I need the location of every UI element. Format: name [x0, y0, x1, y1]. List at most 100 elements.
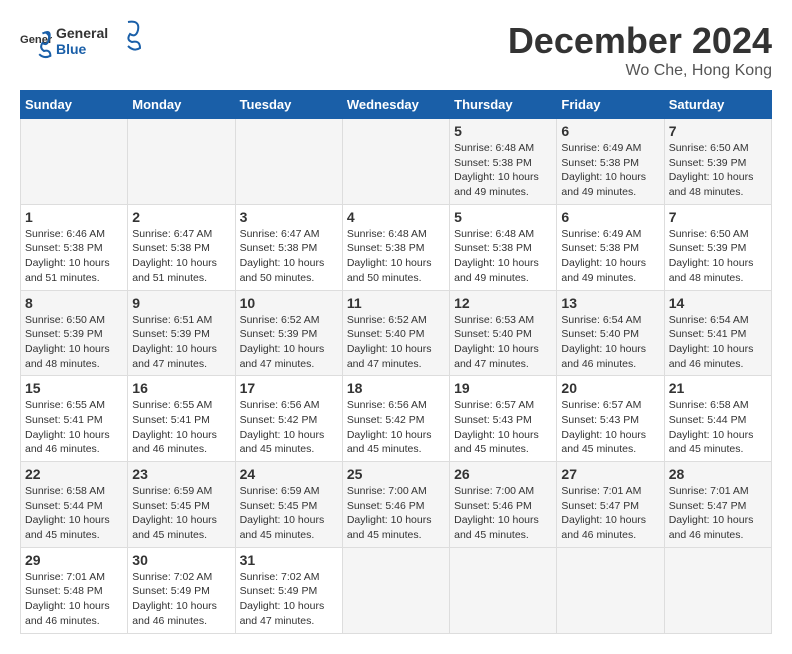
location: Wo Che, Hong Kong: [508, 62, 772, 80]
day-info: Sunrise: 6:56 AMSunset: 5:42 PMDaylight:…: [240, 398, 338, 457]
calendar-cell: 5 Sunrise: 6:48 AMSunset: 5:38 PMDaylight…: [450, 204, 557, 290]
day-number: 25: [347, 466, 445, 482]
calendar-cell: [342, 119, 449, 205]
day-number: 17: [240, 380, 338, 396]
calendar-cell: 11 Sunrise: 6:52 AMSunset: 5:40 PMDayligh…: [342, 290, 449, 376]
calendar-week-row: 1Sunrise: 6:46 AMSunset: 5:38 PMDaylight…: [21, 204, 772, 290]
day-number: 31: [240, 552, 338, 568]
day-info: Sunrise: 6:50 AMSunset: 5:39 PMDaylight:…: [669, 141, 767, 200]
calendar-cell: 15Sunrise: 6:55 AMSunset: 5:41 PMDayligh…: [21, 376, 128, 462]
calendar-cell: 6 Sunrise: 6:49 AMSunset: 5:38 PMDaylight…: [557, 204, 664, 290]
day-number: 5: [454, 123, 552, 139]
day-number: 20: [561, 380, 659, 396]
calendar-week-row: 29 Sunrise: 7:01 AMSunset: 5:48 PMDayligh…: [21, 547, 772, 633]
calendar-cell: [450, 547, 557, 633]
day-number: 2: [132, 209, 230, 225]
calendar-week-row: 22 Sunrise: 6:58 AMSunset: 5:44 PMDayligh…: [21, 462, 772, 548]
calendar-cell: 4 Sunrise: 6:48 AMSunset: 5:38 PMDaylight…: [342, 204, 449, 290]
day-number: 6: [561, 209, 659, 225]
calendar-cell: 13Sunrise: 6:54 AMSunset: 5:40 PMDayligh…: [557, 290, 664, 376]
day-info: Sunrise: 6:48 AMSunset: 5:38 PMDaylight:…: [347, 227, 445, 286]
day-info: Sunrise: 7:00 AMSunset: 5:46 PMDaylight:…: [454, 484, 552, 543]
calendar-cell: [342, 547, 449, 633]
day-info: Sunrise: 6:57 AMSunset: 5:43 PMDaylight:…: [561, 398, 659, 457]
day-number: 1: [25, 209, 123, 225]
day-info: Sunrise: 7:01 AMSunset: 5:48 PMDaylight:…: [25, 570, 123, 629]
day-number: 21: [669, 380, 767, 396]
day-number: 9: [132, 295, 230, 311]
day-info: Sunrise: 6:50 AMSunset: 5:39 PMDaylight:…: [669, 227, 767, 286]
calendar-cell: 26 Sunrise: 7:00 AMSunset: 5:46 PMDayligh…: [450, 462, 557, 548]
day-number: 5: [454, 209, 552, 225]
day-number: 26: [454, 466, 552, 482]
calendar-cell: 10Sunrise: 6:52 AMSunset: 5:39 PMDayligh…: [235, 290, 342, 376]
calendar-cell: 25Sunrise: 7:00 AMSunset: 5:46 PMDayligh…: [342, 462, 449, 548]
header-day-monday: Monday: [128, 91, 235, 119]
calendar-cell: 2Sunrise: 6:47 AMSunset: 5:38 PMDaylight…: [128, 204, 235, 290]
day-number: 15: [25, 380, 123, 396]
day-number: 7: [669, 123, 767, 139]
calendar-cell: 16Sunrise: 6:55 AMSunset: 5:41 PMDayligh…: [128, 376, 235, 462]
page-header: General General Blue December 2024 Wo Ch…: [20, 20, 772, 80]
calendar-cell: [664, 547, 771, 633]
calendar-cell: 18 Sunrise: 6:56 AMSunset: 5:42 PMDayligh…: [342, 376, 449, 462]
calendar-cell: 21Sunrise: 6:58 AMSunset: 5:44 PMDayligh…: [664, 376, 771, 462]
day-number: 4: [347, 209, 445, 225]
day-info: Sunrise: 6:56 AMSunset: 5:42 PMDaylight:…: [347, 398, 445, 457]
day-info: Sunrise: 6:54 AMSunset: 5:41 PMDaylight:…: [669, 313, 767, 372]
header-day-saturday: Saturday: [664, 91, 771, 119]
logo: General General Blue: [20, 20, 146, 65]
day-number: 29: [25, 552, 123, 568]
calendar-cell: [128, 119, 235, 205]
calendar-cell: 23Sunrise: 6:59 AMSunset: 5:45 PMDayligh…: [128, 462, 235, 548]
calendar-cell: 29 Sunrise: 7:01 AMSunset: 5:48 PMDayligh…: [21, 547, 128, 633]
day-info: Sunrise: 6:59 AMSunset: 5:45 PMDaylight:…: [240, 484, 338, 543]
title-block: December 2024 Wo Che, Hong Kong: [508, 20, 772, 80]
header-day-sunday: Sunday: [21, 91, 128, 119]
calendar-cell: [21, 119, 128, 205]
calendar-table: SundayMondayTuesdayWednesdayThursdayFrid…: [20, 90, 772, 634]
day-number: 14: [669, 295, 767, 311]
calendar-cell: 28 Sunrise: 7:01 AMSunset: 5:47 PMDayligh…: [664, 462, 771, 548]
day-info: Sunrise: 7:01 AMSunset: 5:47 PMDaylight:…: [669, 484, 767, 543]
calendar-cell: 3 Sunrise: 6:47 AMSunset: 5:38 PMDaylight…: [235, 204, 342, 290]
logo-general: General Blue: [56, 20, 146, 65]
day-info: Sunrise: 6:59 AMSunset: 5:45 PMDaylight:…: [132, 484, 230, 543]
calendar-cell: 8Sunrise: 6:50 AMSunset: 5:39 PMDaylight…: [21, 290, 128, 376]
calendar-cell: 14 Sunrise: 6:54 AMSunset: 5:41 PMDayligh…: [664, 290, 771, 376]
day-number: 12: [454, 295, 552, 311]
calendar-cell: 12 Sunrise: 6:53 AMSunset: 5:40 PMDayligh…: [450, 290, 557, 376]
logo-icon: General: [20, 27, 52, 59]
day-number: 19: [454, 380, 552, 396]
calendar-cell: 31 Sunrise: 7:02 AMSunset: 5:49 PMDayligh…: [235, 547, 342, 633]
day-info: Sunrise: 6:48 AMSunset: 5:38 PMDaylight:…: [454, 227, 552, 286]
day-info: Sunrise: 7:02 AMSunset: 5:49 PMDaylight:…: [132, 570, 230, 629]
day-number: 22: [25, 466, 123, 482]
header-day-friday: Friday: [557, 91, 664, 119]
day-info: Sunrise: 6:49 AMSunset: 5:38 PMDaylight:…: [561, 227, 659, 286]
day-info: Sunrise: 6:47 AMSunset: 5:38 PMDaylight:…: [240, 227, 338, 286]
day-number: 24: [240, 466, 338, 482]
day-number: 30: [132, 552, 230, 568]
day-number: 16: [132, 380, 230, 396]
calendar-cell: 1Sunrise: 6:46 AMSunset: 5:38 PMDaylight…: [21, 204, 128, 290]
calendar-cell: 5Sunrise: 6:48 AMSunset: 5:38 PMDaylight…: [450, 119, 557, 205]
day-info: Sunrise: 6:50 AMSunset: 5:39 PMDaylight:…: [25, 313, 123, 372]
day-info: Sunrise: 6:57 AMSunset: 5:43 PMDaylight:…: [454, 398, 552, 457]
day-info: Sunrise: 6:58 AMSunset: 5:44 PMDaylight:…: [25, 484, 123, 543]
header-day-wednesday: Wednesday: [342, 91, 449, 119]
calendar-cell: 17 Sunrise: 6:56 AMSunset: 5:42 PMDayligh…: [235, 376, 342, 462]
day-number: 3: [240, 209, 338, 225]
day-number: 13: [561, 295, 659, 311]
day-info: Sunrise: 7:02 AMSunset: 5:49 PMDaylight:…: [240, 570, 338, 629]
day-info: Sunrise: 7:01 AMSunset: 5:47 PMDaylight:…: [561, 484, 659, 543]
day-number: 18: [347, 380, 445, 396]
calendar-cell: [235, 119, 342, 205]
day-info: Sunrise: 6:53 AMSunset: 5:40 PMDaylight:…: [454, 313, 552, 372]
day-number: 11: [347, 295, 445, 311]
calendar-cell: 19 Sunrise: 6:57 AMSunset: 5:43 PMDayligh…: [450, 376, 557, 462]
day-info: Sunrise: 6:52 AMSunset: 5:40 PMDaylight:…: [347, 313, 445, 372]
header-day-tuesday: Tuesday: [235, 91, 342, 119]
day-info: Sunrise: 6:49 AMSunset: 5:38 PMDaylight:…: [561, 141, 659, 200]
day-number: 28: [669, 466, 767, 482]
